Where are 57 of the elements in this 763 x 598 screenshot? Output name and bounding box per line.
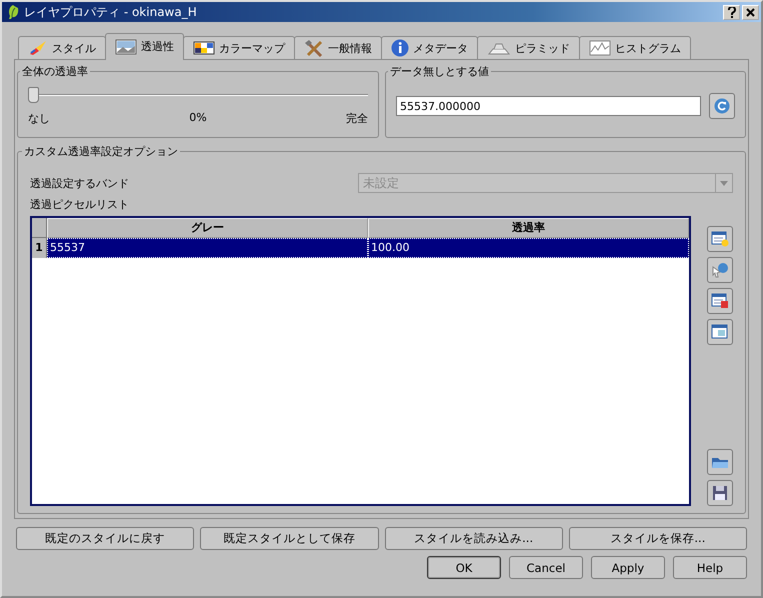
table-button[interactable] — [707, 319, 733, 345]
pointer-icon — [711, 262, 729, 278]
close-icon — [746, 8, 755, 16]
delete-row-button[interactable] — [707, 288, 733, 314]
dialog-button[interactable]: Help — [673, 556, 747, 579]
table-row[interactable]: 1 55537 100.00 — [32, 238, 689, 258]
open-button[interactable] — [707, 449, 733, 475]
question-icon — [728, 6, 736, 18]
row-number: 1 — [32, 238, 47, 258]
style-button[interactable]: スタイルを保存... — [568, 527, 747, 550]
slider-reading: 0% — [189, 111, 207, 126]
chart-icon — [589, 40, 611, 56]
refresh-icon — [714, 98, 730, 114]
slider-thumb[interactable] — [28, 87, 39, 103]
dialog-button[interactable]: Cancel — [509, 556, 583, 579]
image-icon — [115, 38, 137, 54]
group-title: データ無しとする値 — [389, 64, 490, 79]
close-button[interactable] — [742, 4, 759, 20]
style-button[interactable]: 既定のスタイルに戻す — [16, 527, 194, 550]
tab[interactable]: 一般情報 — [294, 36, 382, 59]
tab[interactable]: ピラミッド — [477, 36, 580, 59]
add-row-button[interactable] — [707, 226, 733, 252]
reset-button[interactable] — [709, 93, 735, 119]
save-button[interactable] — [707, 480, 733, 506]
table-cell: 55537 — [47, 238, 368, 258]
tab[interactable]: スタイル — [18, 36, 106, 59]
style-button[interactable]: 既定スタイルとして保存 — [200, 527, 378, 550]
table-delete-icon — [711, 293, 729, 309]
value-field[interactable]: 55537.000000 — [396, 96, 701, 116]
tab[interactable]: メタデータ — [381, 36, 478, 59]
slider-max-label: 完全 — [346, 111, 368, 126]
band-label: 透過設定するバンド — [30, 176, 129, 190]
tab[interactable]: ヒストグラム — [579, 36, 691, 59]
list-label: 透過ピクセルリスト — [30, 197, 130, 212]
dropdown-arrow-icon — [720, 180, 728, 186]
group-title: カスタム透過率設定オプション — [23, 144, 179, 159]
dialog-button[interactable]: Apply — [591, 556, 665, 579]
slider-min-label: なし — [28, 111, 50, 126]
tools-icon — [304, 39, 324, 57]
column-header[interactable]: グレー — [47, 218, 368, 238]
window-title: レイヤプロパティ - okinawa_H — [24, 4, 198, 20]
info-icon — [391, 39, 409, 57]
group-title: 全体の透過率 — [21, 64, 89, 79]
pointer-button[interactable] — [707, 257, 733, 283]
brush-icon — [28, 40, 48, 56]
tab[interactable]: 透過性 — [105, 33, 184, 60]
style-button[interactable]: スタイルを読み込み... — [384, 527, 563, 550]
table-icon — [711, 324, 729, 340]
dialog-button[interactable]: OK — [427, 556, 501, 579]
tab[interactable]: カラーマップ — [183, 36, 295, 59]
column-header[interactable]: 透過率 — [368, 218, 689, 238]
color-grid-icon — [193, 40, 215, 56]
help-button[interactable] — [723, 4, 740, 20]
table-add-icon — [711, 231, 729, 247]
floppy-icon — [712, 485, 728, 501]
table-cell: 100.00 — [368, 238, 689, 258]
leaf-icon — [6, 4, 20, 20]
